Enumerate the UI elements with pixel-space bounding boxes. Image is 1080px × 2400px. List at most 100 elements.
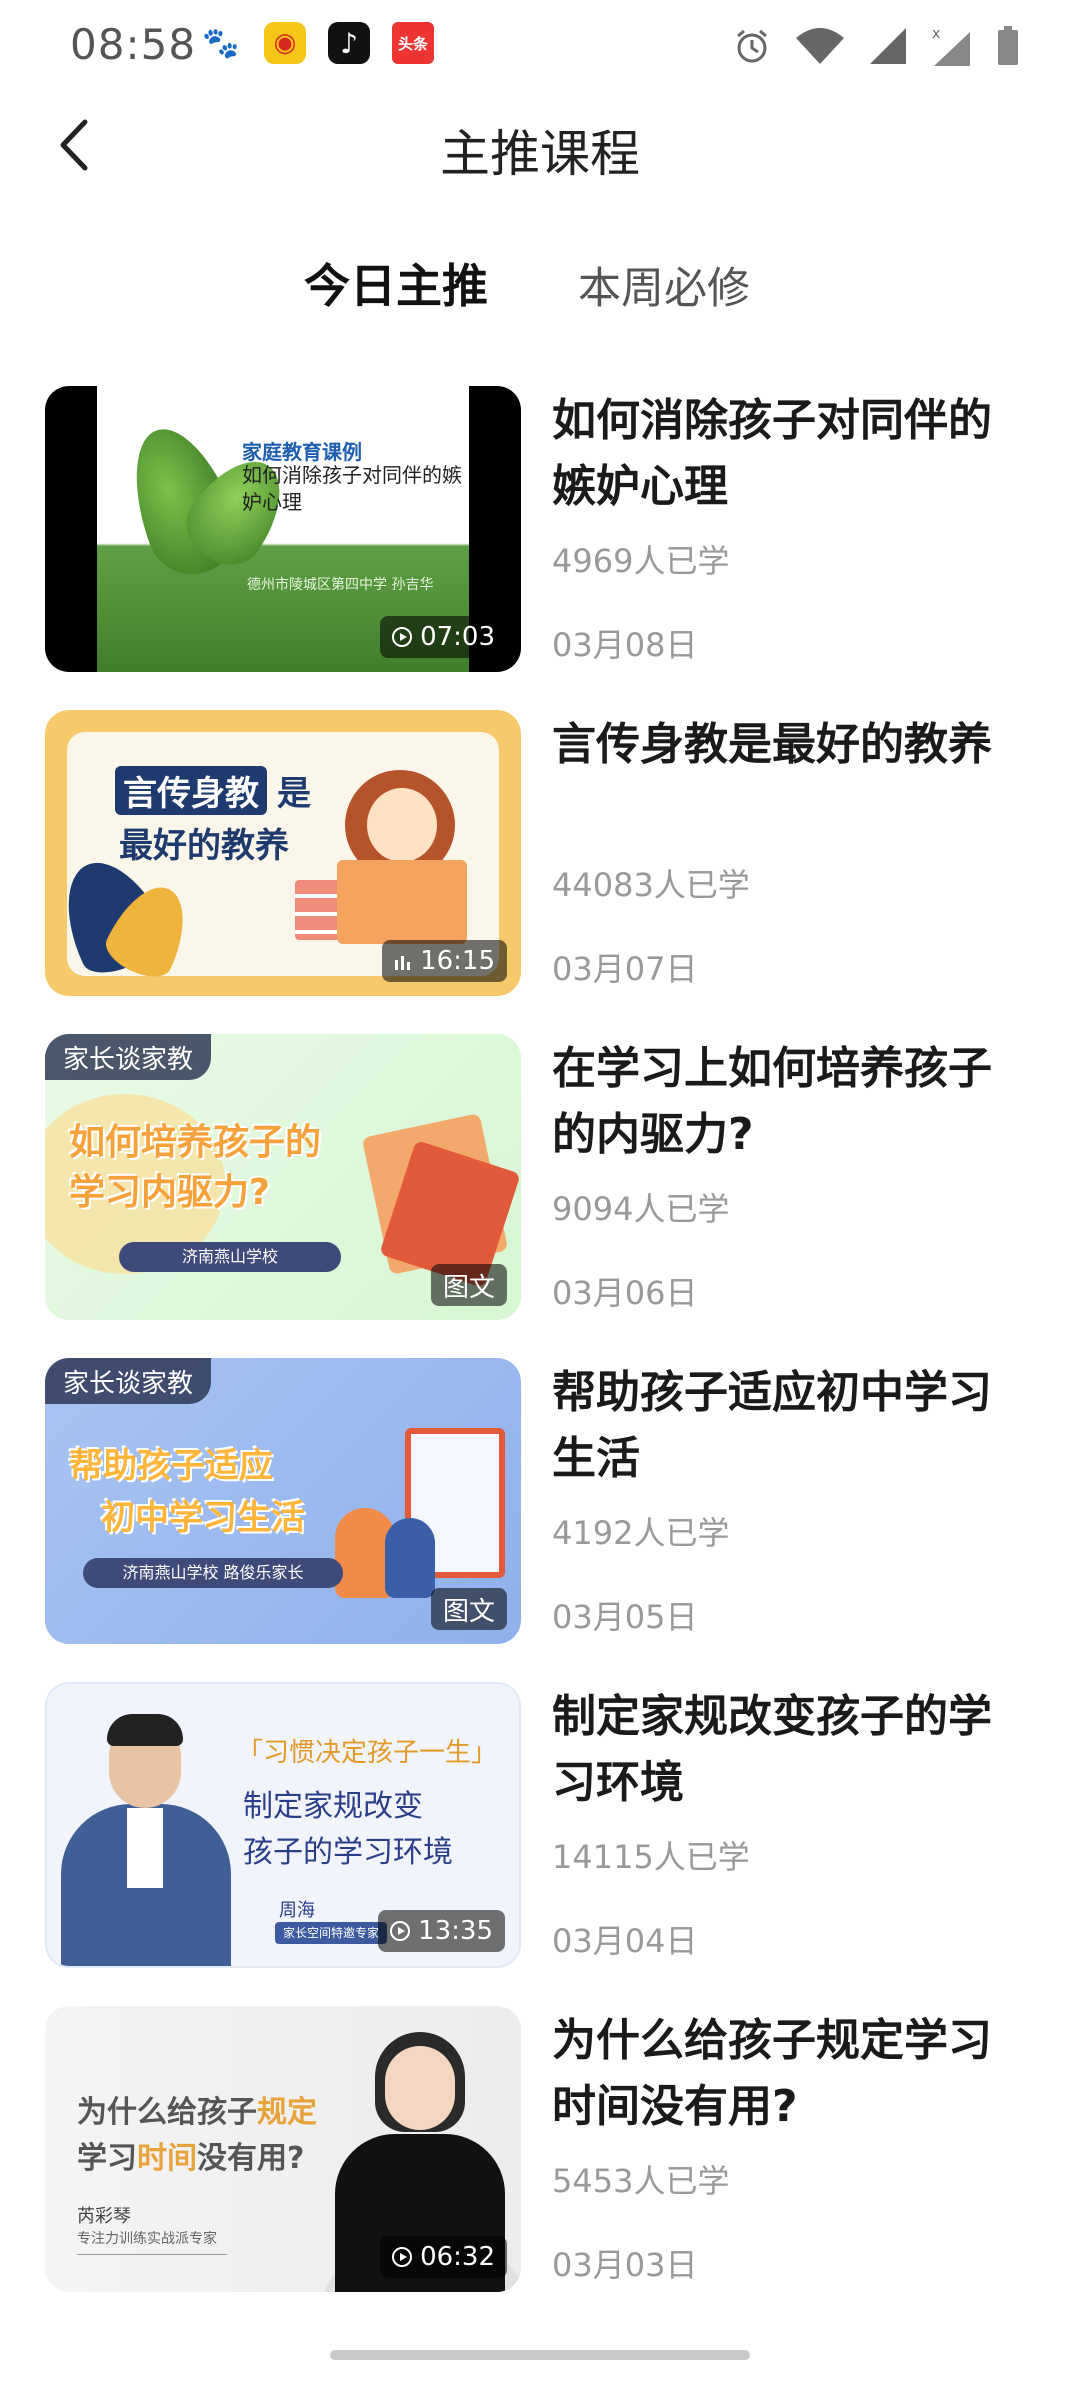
course-date: 03月05日 [552,1598,698,1636]
learner-count: 4192人已学 [552,1514,730,1552]
thumbnail-headline: 如何培养孩子的 学习内驱力? [69,1118,321,1218]
thumbnail-line: 学习内驱力? [69,1172,270,1213]
presenter-hair [107,1714,183,1746]
content-type-text: 图文 [442,1596,495,1627]
school-pill: 济南燕山学校 路俊乐家长 [83,1558,343,1588]
signal-no-sim-icon: x [932,26,970,66]
tab-label: 今日主推 [304,259,488,313]
duration-text: 07:03 [420,622,495,652]
school-pill: 济南燕山学校 [119,1242,341,1272]
open-book-illustration [337,860,467,944]
thumbnail-line: 初中学习生活 [101,1498,305,1538]
course-date: 03月06日 [552,1274,698,1312]
status-bar: 08:58 🐾 ◉ ♪ 头条 x [0,0,1080,92]
course-thumbnail[interactable]: 「习惯决定孩子一生」 制定家规改变 孩子的学习环境 周海 家长空间特邀专家 13… [45,1682,521,1968]
thumbnail-line: 学习时间没有用? [77,2136,317,2182]
play-icon [392,627,413,647]
status-time: 08:58 [70,20,197,69]
thumbnail-highlight: 规定 [257,2095,317,2130]
thumbnail-line: 孩子的学习环境 [243,1835,453,1870]
course-item[interactable]: 帮助孩子适应 初中学习生活 济南燕山学校 路俊乐家长 家长谈家教 图文 帮助孩子… [0,1348,1080,1644]
duration-badge: 06:32 [380,2236,507,2278]
tab-weekly-required[interactable]: 本周必修 [578,254,750,316]
thumbnail-heading: 家庭教育课例 [242,440,362,464]
presenter-name: 周海 [279,1900,315,1921]
play-icon [392,2247,413,2267]
presenter-name: 芮彩琴 [77,2206,131,2227]
course-thumbnail[interactable]: 如何培养孩子的 学习内驱力? 济南燕山学校 家长谈家教 图文 [45,1034,521,1320]
thumbnail-text: 为什么给孩子 [77,2095,257,2130]
tab-bar: 今日主推 本周必修 [0,250,1080,340]
content-type-badge: 图文 [430,1264,507,1306]
thumbnail-line: 如何培养孩子的 [69,1122,322,1163]
thumbnail-line: 帮助孩子适应 [69,1446,273,1486]
content-type-text: 图文 [442,1272,495,1303]
girl-face-illustration [367,788,437,862]
tab-today-featured[interactable]: 今日主推 [304,250,488,316]
content-type-badge: 图文 [430,1588,507,1630]
thumbnail-text: 最好的教养 [119,826,289,866]
category-tag: 家长谈家教 [45,1358,212,1404]
course-date: 03月07日 [552,950,698,988]
course-item[interactable]: 家庭教育课例 如何消除孩子对同伴的嫉妒心理 德州市陵城区第四中学 孙吉华 07:… [0,376,1080,672]
nav-bar: 主推课程 [0,92,1080,202]
course-thumbnail[interactable]: 家庭教育课例 如何消除孩子对同伴的嫉妒心理 德州市陵城区第四中学 孙吉华 07:… [45,386,521,672]
course-item[interactable]: 言传身教 是 最好的教养 16:15 言传身教是最好的教养 44083人已学 0… [0,700,1080,996]
play-icon [390,1921,411,1941]
learner-count: 44083人已学 [552,866,750,904]
course-date: 03月04日 [552,1922,698,1960]
divider [77,2254,227,2255]
signal-icon [870,28,906,64]
person-illustration [385,1518,435,1598]
audio-bars-icon [395,956,411,970]
course-title[interactable]: 在学习上如何培养孩子的内驱力? [552,1036,1022,1168]
battery-icon [998,26,1018,65]
course-item[interactable]: 如何培养孩子的 学习内驱力? 济南燕山学校 家长谈家教 图文 在学习上如何培养孩… [0,1024,1080,1320]
learner-count: 5453人已学 [552,2162,730,2200]
thumbnail-line: 为什么给孩子规定 [77,2090,317,2136]
thumbnail-text: 学习 [77,2141,137,2176]
course-title[interactable]: 言传身教是最好的教养 [552,712,1022,778]
thumbnail-text: 没有用? [197,2141,305,2176]
learner-count: 14115人已学 [552,1838,750,1876]
course-title[interactable]: 为什么给孩子规定学习时间没有用? [552,2008,1022,2140]
home-indicator[interactable] [330,2350,750,2360]
course-title[interactable]: 制定家规改变孩子的学习环境 [552,1684,1022,1816]
svg-text:x: x [932,26,940,42]
alarm-icon [737,29,767,63]
thumbnail-headline: 制定家规改变 孩子的学习环境 [243,1784,513,1876]
learner-count: 4969人已学 [552,542,730,580]
course-thumbnail[interactable]: 言传身教 是 最好的教养 16:15 [45,710,521,996]
thumbnail-subtitle: 如何消除孩子对同伴的嫉妒心理 [242,463,462,514]
course-title[interactable]: 帮助孩子适应初中学习生活 [552,1360,1022,1492]
course-thumbnail[interactable]: 帮助孩子适应 初中学习生活 济南燕山学校 路俊乐家长 家长谈家教 图文 [45,1358,521,1644]
thumbnail-footer: 德州市陵城区第四中学 孙吉华 [247,577,434,593]
duration-badge: 16:15 [382,940,507,982]
course-item[interactable]: 为什么给孩子规定 学习时间没有用? 芮彩琴 专注力训练实战派专家 06:32 为… [0,1996,1080,2292]
course-date: 03月08日 [552,626,698,664]
weibo-icon: ◉ [264,22,306,64]
thumbnail-highlight: 时间 [137,2141,197,2176]
wifi-icon [796,28,844,64]
duration-badge: 13:35 [378,1910,505,1952]
duration-badge: 07:03 [380,616,507,658]
status-app-icons: 🐾 ◉ ♪ 头条 [200,22,434,64]
learner-count: 9094人已学 [552,1190,730,1228]
duration-text: 06:32 [420,2242,495,2272]
duration-text: 16:15 [420,946,495,976]
page-title: 主推课程 [440,125,640,183]
presenter-shirt [127,1808,163,1888]
toutiao-icon: 头条 [392,22,434,64]
presenter-head [385,2046,455,2130]
course-title[interactable]: 如何消除孩子对同伴的嫉妒心理 [552,388,1022,520]
status-right-icons: x [732,24,1020,68]
presenter-title: 家长空间特邀专家 [275,1922,388,1944]
thumbnail-line: 制定家规改变 [243,1789,423,1824]
presenter-title: 专注力训练实战派专家 [77,2231,217,2247]
thumbnail-highlight: 言传身教 [115,766,267,815]
course-item[interactable]: 「习惯决定孩子一生」 制定家规改变 孩子的学习环境 周海 家长空间特邀专家 13… [0,1672,1080,1968]
thumbnail-text: 是 [277,774,311,814]
tiktok-icon: ♪ [328,22,370,64]
baidu-icon: 🐾 [200,22,242,64]
course-thumbnail[interactable]: 为什么给孩子规定 学习时间没有用? 芮彩琴 专注力训练实战派专家 06:32 [45,2006,521,2292]
